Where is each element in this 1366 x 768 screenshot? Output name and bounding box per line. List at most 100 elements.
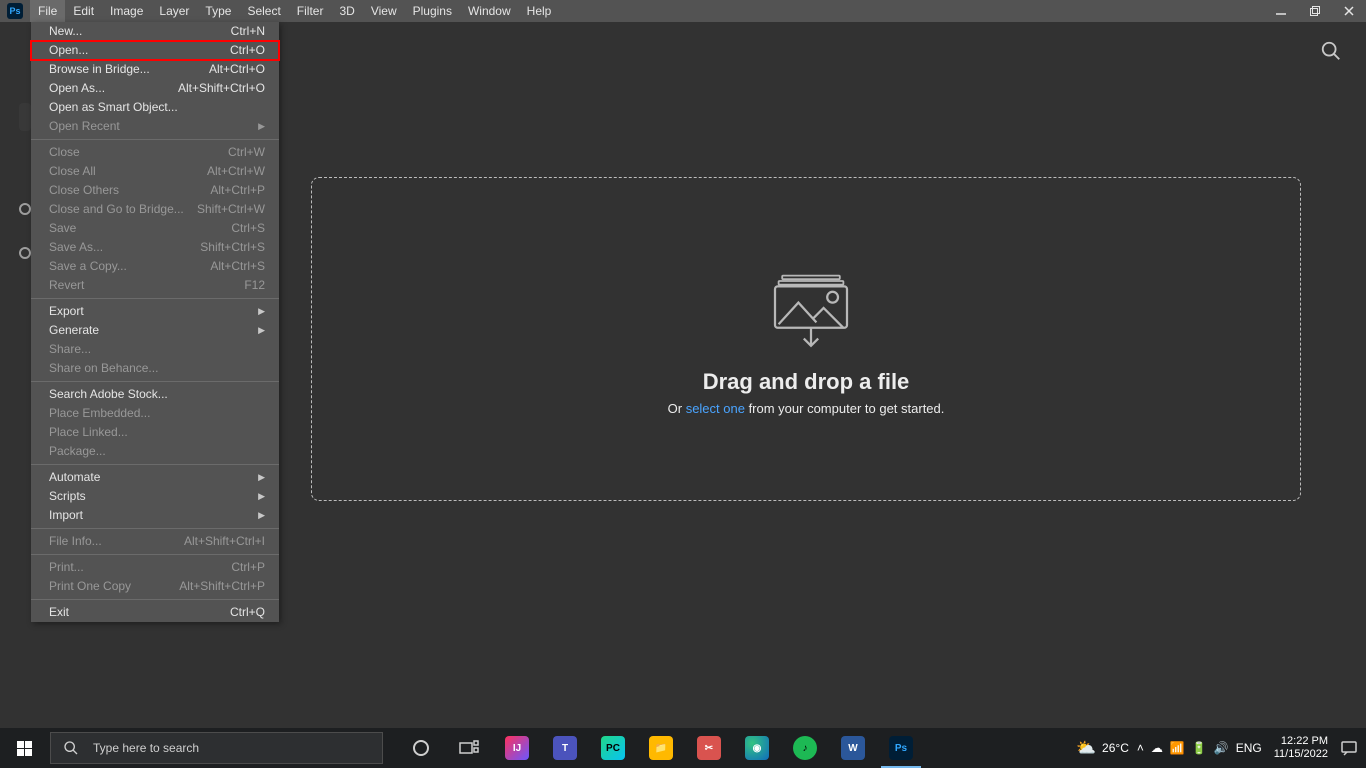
weather-widget[interactable]: ⛅ 26°C bbox=[1076, 738, 1129, 758]
minimize-button[interactable] bbox=[1264, 0, 1298, 22]
menu-layer[interactable]: Layer bbox=[151, 0, 197, 22]
menuitem-browse-in-bridge[interactable]: Browse in Bridge...Alt+Ctrl+O bbox=[31, 60, 279, 79]
menuitem-label: Automate bbox=[49, 470, 100, 485]
menu-help[interactable]: Help bbox=[519, 0, 560, 22]
menuitem-place-embedded: Place Embedded... bbox=[31, 404, 279, 423]
menu-edit[interactable]: Edit bbox=[65, 0, 102, 22]
menu-type[interactable]: Type bbox=[197, 0, 239, 22]
menuitem-label: Save bbox=[49, 221, 76, 236]
left-circle-button-2[interactable] bbox=[19, 247, 31, 259]
drop-suffix: from your computer to get started. bbox=[745, 401, 944, 416]
drop-area-title: Drag and drop a file bbox=[703, 369, 910, 395]
menuitem-open-as-smart-object[interactable]: Open as Smart Object... bbox=[31, 98, 279, 117]
menuitem-shortcut: Ctrl+S bbox=[231, 221, 265, 236]
taskbar-app-intellij[interactable]: IJ bbox=[493, 728, 541, 768]
cortana-icon[interactable] bbox=[397, 728, 445, 768]
temperature-value: 26°C bbox=[1102, 741, 1129, 755]
menuitem-print-one-copy: Print One CopyAlt+Shift+Ctrl+P bbox=[31, 577, 279, 596]
menuitem-shortcut: Ctrl+N bbox=[231, 24, 265, 39]
taskbar-clock[interactable]: 12:22 PM 11/15/2022 bbox=[1270, 735, 1332, 761]
menuitem-shortcut: Alt+Shift+Ctrl+P bbox=[179, 579, 265, 594]
menuitem-share-on-behance: Share on Behance... bbox=[31, 359, 279, 378]
menuitem-close-others: Close OthersAlt+Ctrl+P bbox=[31, 181, 279, 200]
taskbar-app-edge[interactable]: ◉ bbox=[733, 728, 781, 768]
menu-file[interactable]: File bbox=[30, 0, 65, 22]
menuitem-label: Open As... bbox=[49, 81, 105, 96]
menuitem-label: Share on Behance... bbox=[49, 361, 158, 376]
menuitem-label: Browse in Bridge... bbox=[49, 62, 150, 77]
menu-3d[interactable]: 3D bbox=[331, 0, 362, 22]
taskbar-app-photoshop[interactable]: Ps bbox=[877, 728, 925, 768]
menuitem-exit[interactable]: ExitCtrl+Q bbox=[31, 603, 279, 622]
menuitem-automate[interactable]: Automate▶ bbox=[31, 468, 279, 487]
menuitem-new[interactable]: New...Ctrl+N bbox=[31, 22, 279, 41]
menuitem-search-adobe-stock[interactable]: Search Adobe Stock... bbox=[31, 385, 279, 404]
menuitem-save-as: Save As...Shift+Ctrl+S bbox=[31, 238, 279, 257]
drop-area[interactable]: Drag and drop a file Or select one from … bbox=[311, 177, 1301, 501]
menuitem-shortcut: Alt+Ctrl+P bbox=[210, 183, 265, 198]
menuitem-import[interactable]: Import ▶ bbox=[31, 506, 279, 525]
menu-separator bbox=[31, 554, 279, 555]
taskbar-app-word[interactable]: W bbox=[829, 728, 877, 768]
select-one-link[interactable]: select one bbox=[686, 401, 745, 416]
menu-separator bbox=[31, 139, 279, 140]
task-view-icon[interactable] bbox=[445, 728, 493, 768]
menu-image[interactable]: Image bbox=[102, 0, 151, 22]
taskbar-app-explorer[interactable]: 📁 bbox=[637, 728, 685, 768]
search-icon bbox=[63, 740, 79, 756]
tray-volume-icon[interactable]: 🔊 bbox=[1214, 741, 1229, 755]
menuitem-label: Import bbox=[49, 508, 83, 523]
weather-icon: ⛅ bbox=[1076, 738, 1096, 758]
menuitem-revert: RevertF12 bbox=[31, 276, 279, 295]
menu-window[interactable]: Window bbox=[460, 0, 519, 22]
submenu-arrow-icon: ▶ bbox=[258, 304, 265, 319]
menu-plugins[interactable]: Plugins bbox=[405, 0, 460, 22]
system-tray: ⛅ 26°C ˄ ☁ 📶 🔋 🔊 ENG 12:22 PM 11/15/2022 bbox=[1076, 728, 1366, 768]
drop-area-subtitle: Or select one from your computer to get … bbox=[668, 401, 945, 416]
search-icon[interactable] bbox=[1320, 40, 1342, 62]
menuitem-place-linked: Place Linked... bbox=[31, 423, 279, 442]
menuitem-label: Close All bbox=[49, 164, 96, 179]
taskbar-search[interactable]: Type here to search bbox=[50, 732, 383, 764]
taskbar-search-placeholder: Type here to search bbox=[93, 741, 199, 755]
submenu-arrow-icon: ▶ bbox=[258, 119, 265, 134]
taskbar-app-snip[interactable]: ✂ bbox=[685, 728, 733, 768]
menuitem-label: File Info... bbox=[49, 534, 102, 549]
left-circle-button-1[interactable] bbox=[19, 203, 31, 215]
app-logo-text: Ps bbox=[7, 3, 23, 19]
tray-battery-icon[interactable]: 🔋 bbox=[1192, 741, 1207, 755]
menuitem-label: Close bbox=[49, 145, 80, 160]
menu-view[interactable]: View bbox=[363, 0, 405, 22]
tray-network-icon[interactable]: 📶 bbox=[1170, 741, 1185, 755]
menuitem-label: Exit bbox=[49, 605, 69, 620]
menuitem-export[interactable]: Export▶ bbox=[31, 302, 279, 321]
tray-language[interactable]: ENG bbox=[1236, 741, 1262, 755]
menuitem-label: Open... bbox=[49, 43, 88, 58]
restore-button[interactable] bbox=[1298, 0, 1332, 22]
menuitem-close-and-go-to-bridge: Close and Go to Bridge...Shift+Ctrl+W bbox=[31, 200, 279, 219]
taskbar-app-teams[interactable]: T bbox=[541, 728, 589, 768]
start-button[interactable] bbox=[0, 728, 48, 768]
taskbar-app-spotify[interactable]: ♪ bbox=[781, 728, 829, 768]
menu-select[interactable]: Select bbox=[239, 0, 288, 22]
tray-onedrive-icon[interactable]: ☁ bbox=[1151, 741, 1163, 755]
taskbar-app-pycharm[interactable]: PC bbox=[589, 728, 637, 768]
menuitem-label: Package... bbox=[49, 444, 106, 459]
tray-chevron-up-icon[interactable]: ˄ bbox=[1137, 741, 1144, 755]
menuitem-scripts[interactable]: Scripts▶ bbox=[31, 487, 279, 506]
menuitem-label: Generate bbox=[49, 323, 99, 338]
menuitem-generate[interactable]: Generate▶ bbox=[31, 321, 279, 340]
menuitem-label: Open Recent bbox=[49, 119, 120, 134]
menuitem-open[interactable]: Open...Ctrl+O bbox=[31, 41, 279, 60]
menu-filter[interactable]: Filter bbox=[289, 0, 332, 22]
notifications-icon[interactable] bbox=[1340, 739, 1358, 757]
menuitem-label: Share... bbox=[49, 342, 91, 357]
submenu-arrow-icon: ▶ bbox=[258, 508, 265, 523]
close-button[interactable] bbox=[1332, 0, 1366, 22]
menuitem-save-a-copy: Save a Copy...Alt+Ctrl+S bbox=[31, 257, 279, 276]
menuitem-open-as[interactable]: Open As...Alt+Shift+Ctrl+O bbox=[31, 79, 279, 98]
left-tool-button[interactable] bbox=[19, 103, 31, 131]
drop-prefix: Or bbox=[668, 401, 686, 416]
menuitem-label: Place Embedded... bbox=[49, 406, 150, 421]
menu-bar: Ps FileEditImageLayerTypeSelectFilter3DV… bbox=[0, 0, 1366, 22]
